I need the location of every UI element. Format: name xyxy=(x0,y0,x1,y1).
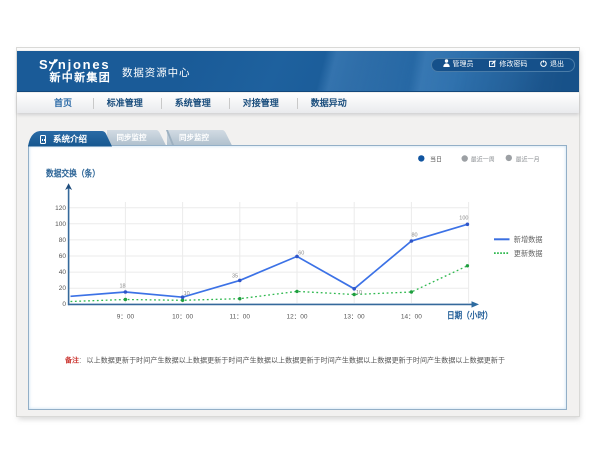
svg-text:11：00: 11：00 xyxy=(230,313,251,320)
svg-text:日期（小时）: 日期（小时） xyxy=(447,310,493,321)
svg-text:40: 40 xyxy=(59,269,67,276)
svg-text:100: 100 xyxy=(55,221,66,228)
svg-text:：: ： xyxy=(79,358,86,365)
svg-text:10：00: 10：00 xyxy=(172,313,193,320)
svg-text:100: 100 xyxy=(459,215,468,221)
svg-text:10: 10 xyxy=(184,291,190,297)
svg-text:12：00: 12：00 xyxy=(287,313,308,320)
svg-text:60: 60 xyxy=(59,253,67,260)
svg-text:0: 0 xyxy=(62,301,66,308)
svg-text:更新数据: 更新数据 xyxy=(514,249,543,258)
svg-text:10: 10 xyxy=(356,290,362,296)
svg-text:备注: 备注 xyxy=(64,356,79,365)
svg-text:13：00: 13：00 xyxy=(344,313,365,320)
svg-text:最近一月: 最近一月 xyxy=(516,155,540,163)
svg-text:35: 35 xyxy=(232,274,238,280)
svg-text:当日: 当日 xyxy=(430,155,442,163)
svg-text:80: 80 xyxy=(412,232,418,238)
svg-text:120: 120 xyxy=(55,205,66,212)
svg-text:80: 80 xyxy=(59,237,67,244)
svg-text:以上数据更新于时间产生数据以上数据更新于时间产生数据以上数据: 以上数据更新于时间产生数据以上数据更新于时间产生数据以上数据更新于时间产生数据以… xyxy=(87,356,506,365)
svg-text:新增数据: 新增数据 xyxy=(514,235,543,244)
svg-text:18: 18 xyxy=(120,283,126,289)
svg-text:14：00: 14：00 xyxy=(401,313,422,320)
svg-text:60: 60 xyxy=(298,251,304,257)
svg-text:数据交换（条）: 数据交换（条） xyxy=(46,168,100,179)
svg-text:最近一周: 最近一周 xyxy=(471,155,495,163)
svg-text:20: 20 xyxy=(59,285,67,292)
svg-text:9：00: 9：00 xyxy=(117,313,135,320)
